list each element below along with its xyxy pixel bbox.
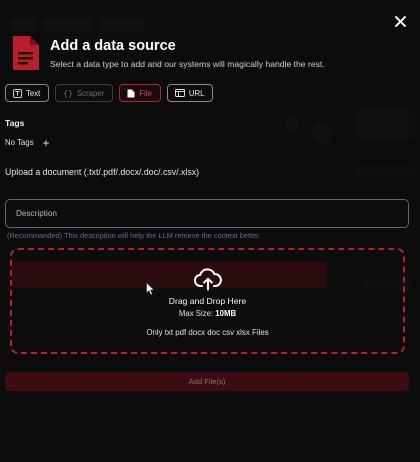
tab-url-label: URL — [188, 88, 205, 98]
description-input[interactable] — [14, 208, 400, 219]
dropzone-file-types: Only txt pdf docx doc csv xlsx Files — [146, 328, 269, 337]
tab-file-label: File — [139, 88, 152, 98]
add-tag-button[interactable]: + — [42, 137, 49, 149]
mouse-cursor-icon — [146, 282, 155, 296]
max-size-value: 10MB — [215, 309, 237, 318]
dialog-header: Add a data source Select a data type to … — [10, 34, 325, 72]
description-field[interactable] — [5, 199, 409, 228]
tab-scraper[interactable]: {} Scraper — [55, 84, 114, 102]
dialog-subtitle: Select a data type to add and our system… — [50, 59, 325, 69]
add-data-source-dialog: Add a data source Select a data type to … — [0, 0, 420, 462]
braces-icon: {} — [63, 88, 73, 98]
dialog-title: Add a data source — [50, 38, 176, 54]
tab-file[interactable]: File — [119, 84, 161, 102]
tab-url[interactable]: URL — [166, 84, 214, 102]
text-icon — [13, 88, 22, 98]
add-files-button[interactable]: Add File(s) — [5, 372, 409, 391]
url-icon — [174, 89, 185, 97]
close-icon — [394, 15, 406, 27]
document-icon — [13, 36, 39, 70]
tags-row: No Tags + — [5, 137, 49, 149]
description-hint: (Recommanded) This description will help… — [7, 231, 261, 240]
cloud-upload-icon — [193, 268, 222, 291]
file-icon — [127, 89, 135, 98]
file-dropzone[interactable]: Drag and Drop Here Max Size: 10MB Only t… — [10, 248, 405, 354]
no-tags-text: No Tags — [5, 138, 34, 147]
dropzone-shadow — [12, 262, 327, 288]
tab-scraper-label: Scraper — [76, 88, 105, 98]
data-type-tabs: Text {} Scraper File URL — [5, 84, 214, 102]
tab-text[interactable]: Text — [5, 84, 50, 102]
dropzone-title: Drag and Drop Here — [168, 296, 247, 306]
close-button[interactable] — [391, 12, 409, 30]
max-size-label: Max Size: — [178, 309, 216, 318]
dropzone-max-size: Max Size: 10MB — [12, 309, 403, 318]
tab-text-label: Text — [26, 88, 41, 98]
tags-heading: Tags — [5, 118, 25, 128]
upload-label: Upload a document (.txt/.pdf/.docx/.doc/… — [5, 167, 200, 177]
